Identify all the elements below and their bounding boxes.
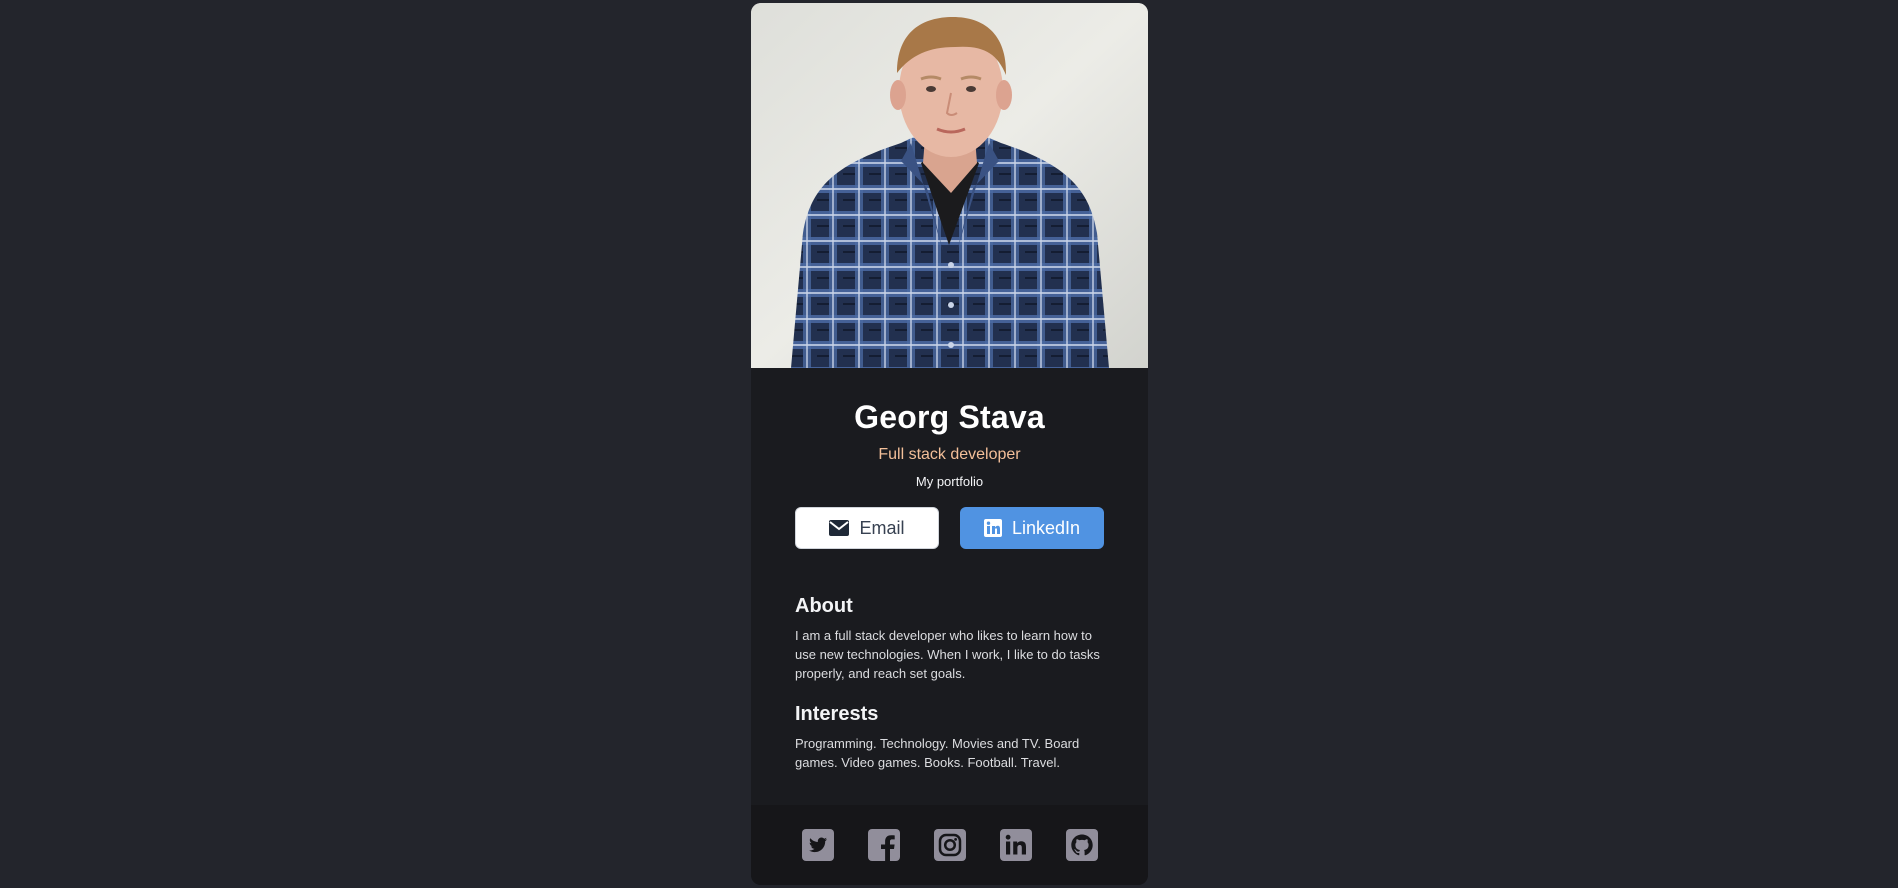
profile-title: Full stack developer — [878, 446, 1021, 463]
facebook-icon[interactable] — [867, 829, 900, 861]
about-text: I am a full stack developer who likes to… — [795, 628, 1100, 681]
social-footer — [751, 805, 1148, 885]
about-heading: About — [795, 595, 853, 617]
envelope-icon — [829, 520, 850, 536]
profile-card: Georg Stava Full stack developer My port… — [751, 3, 1148, 885]
linkedin-button[interactable]: LinkedIn — [960, 507, 1104, 549]
instagram-icon[interactable] — [933, 829, 966, 861]
github-icon[interactable] — [1065, 829, 1098, 861]
linkedin-button-label: LinkedIn — [1011, 517, 1081, 538]
profile-photo — [751, 3, 1148, 368]
interests-heading: Interests — [795, 703, 879, 725]
email-button[interactable]: Email — [795, 507, 939, 549]
linkedin-icon — [983, 519, 1002, 537]
profile-content: About I am a full stack developer who li… — [751, 594, 1148, 772]
portfolio-link[interactable]: My portfolio — [751, 474, 1148, 490]
contact-buttons: Email LinkedIn — [795, 507, 1104, 549]
linkedin-footer-icon[interactable] — [999, 829, 1032, 861]
profile-info: Georg Stava Full stack developer My port… — [751, 368, 1148, 549]
email-button-label: Email — [859, 517, 905, 538]
interests-text: Programming. Technology. Movies and TV. … — [795, 736, 1080, 770]
twitter-icon[interactable] — [801, 829, 834, 861]
profile-name: Georg Stava — [854, 399, 1045, 435]
